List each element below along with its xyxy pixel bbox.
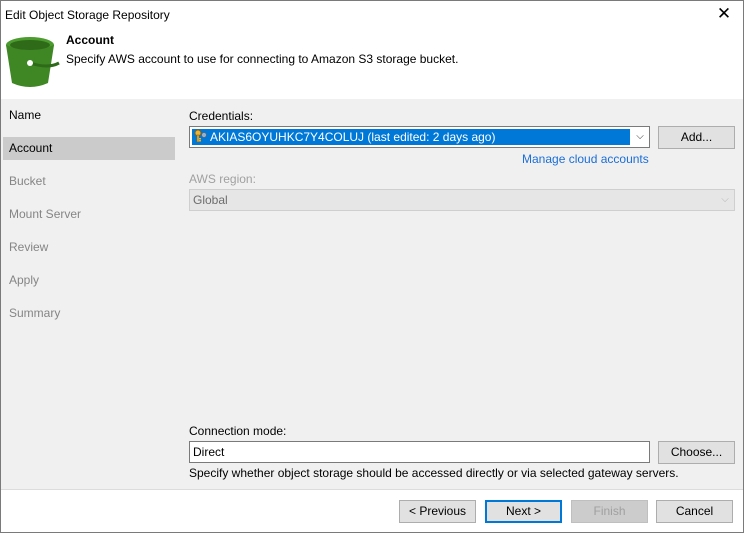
sidebar-item-bucket: Bucket	[9, 174, 46, 188]
step-description: Specify AWS account to use for connectin…	[66, 52, 459, 66]
chevron-down-icon[interactable]: ⌵	[631, 127, 649, 147]
connection-mode-label: Connection mode:	[189, 424, 287, 438]
step-title: Account	[66, 33, 114, 47]
choose-connection-button[interactable]: Choose...	[658, 441, 735, 464]
credentials-label: Credentials:	[189, 109, 254, 123]
close-icon[interactable]: ✕	[711, 3, 737, 27]
sidebar-item-apply: Apply	[9, 273, 40, 287]
next-button[interactable]: Next >	[485, 500, 562, 523]
title-bar: Edit Object Storage Repository ✕	[1, 1, 743, 29]
wizard-header: Account Specify AWS account to use for c…	[1, 29, 743, 89]
key-icon	[194, 129, 207, 143]
sidebar-item-account[interactable]: Account	[3, 137, 175, 160]
sidebar-item-mount-server: Mount Server	[9, 207, 82, 221]
connection-mode-hint: Specify whether object storage should be…	[189, 466, 679, 480]
manage-cloud-accounts-link[interactable]: Manage cloud accounts	[522, 152, 649, 166]
account-step-panel: Credentials: AKIAS6OYUHKC7Y4COLUJ (last …	[179, 99, 743, 489]
aws-region-label: AWS region:	[189, 172, 256, 186]
previous-button[interactable]: < Previous	[399, 500, 476, 523]
aws-region-selected-text: Global	[193, 193, 228, 207]
add-credentials-button[interactable]: Add...	[658, 126, 735, 149]
credentials-selected-value: AKIAS6OYUHKC7Y4COLUJ (last edited: 2 day…	[192, 129, 630, 145]
sidebar-item-review: Review	[9, 240, 49, 254]
aws-region-dropdown[interactable]: Global ⌵	[189, 189, 735, 211]
credentials-selected-text: AKIAS6OYUHKC7Y4COLUJ (last edited: 2 day…	[210, 130, 496, 144]
edit-object-storage-repository-dialog: Edit Object Storage Repository ✕ Account…	[0, 0, 744, 533]
footer-divider	[1, 489, 743, 490]
chevron-down-icon: ⌵	[721, 194, 729, 205]
credentials-dropdown[interactable]: AKIAS6OYUHKC7Y4COLUJ (last edited: 2 day…	[189, 126, 650, 148]
window-title: Edit Object Storage Repository	[5, 8, 170, 22]
sidebar-item-name[interactable]: Name	[3, 104, 175, 127]
connection-mode-field: Direct	[189, 441, 650, 463]
finish-button: Finish	[571, 500, 648, 523]
cancel-button[interactable]: Cancel	[656, 500, 733, 523]
sidebar-item-summary: Summary	[9, 306, 61, 320]
wizard-steps-sidebar: Name Account Bucket Mount Server Review …	[1, 99, 179, 489]
s3-bucket-icon	[6, 37, 60, 87]
